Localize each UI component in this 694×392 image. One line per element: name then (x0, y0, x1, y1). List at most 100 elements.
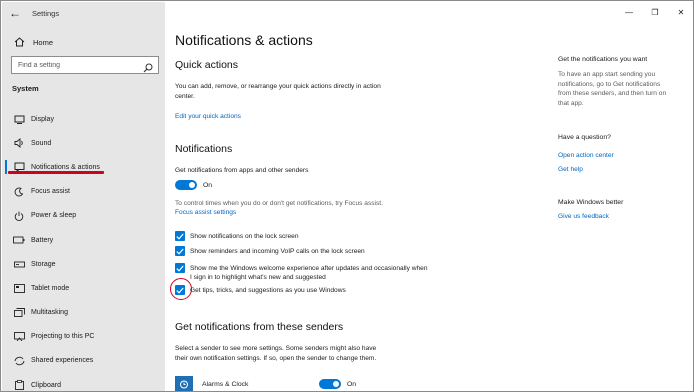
checkbox-row: Show reminders and incoming VoIP calls o… (175, 246, 430, 256)
notifications-toggle[interactable] (175, 180, 197, 190)
clipboard-icon (12, 380, 26, 391)
sidebar-item-label: Notifications & actions (31, 163, 100, 171)
sidebar-item-storage[interactable]: Storage (2, 252, 165, 276)
focus-assist-settings-link[interactable]: Focus assist settings (175, 209, 236, 216)
side-get-text-2: notifications, go to Get notifications (558, 80, 661, 88)
checkbox-label: Show reminders and incoming VoIP calls o… (190, 248, 365, 255)
side-get-text-4: that app. (558, 99, 584, 107)
sidebar-item-label: Clipboard (31, 381, 61, 389)
battery-icon (12, 236, 26, 244)
get-notifications-label: Get notifications from apps and other se… (175, 167, 309, 174)
focus-assist-text: To control times when you do or don't ge… (175, 200, 383, 207)
sidebar-item-label: Storage (31, 260, 56, 268)
sidebar-item-clipboard[interactable]: Clipboard (2, 373, 165, 391)
side-get-text-3: from these senders, and then turn on (558, 90, 667, 97)
senders-description-2: their own notification settings. If so, … (175, 354, 377, 362)
sender-toggle-row: On (319, 379, 356, 389)
lock-screen-notifications-checkbox[interactable] (175, 231, 185, 241)
reminders-voip-checkbox[interactable] (175, 246, 185, 256)
display-icon (12, 115, 26, 124)
sidebar-item-label: Focus assist (31, 188, 70, 196)
projecting-icon (12, 332, 26, 342)
section-label-system: System (12, 84, 39, 93)
home-icon (12, 37, 26, 47)
sidebar-item-label: Projecting to this PC (31, 333, 95, 341)
edit-quick-actions-link[interactable]: Edit your quick actions (175, 113, 241, 120)
back-arrow-icon: ← (9, 6, 21, 20)
sidebar-item-label: Multitasking (31, 309, 68, 317)
side-get-heading: Get the notifications you want (558, 56, 648, 63)
close-button[interactable]: ✕ (668, 2, 693, 22)
alarms-clock-icon (175, 376, 193, 391)
notifications-toggle-row: On (175, 180, 212, 190)
sidebar-item-multitasking[interactable]: Multitasking (2, 301, 165, 325)
sidebar-item-sound[interactable]: Sound (2, 131, 165, 155)
sidebar-nav: Display Sound Notifications & actions Fo… (2, 107, 165, 391)
quick-actions-heading: Quick actions (175, 59, 239, 71)
sidebar-item-display[interactable]: Display (2, 107, 165, 131)
sidebar-item-label: Display (31, 115, 54, 123)
checkmark-icon (176, 248, 184, 255)
side-question-heading: Have a question? (558, 134, 611, 141)
checkbox-label: Get tips, tricks, and suggestions as you… (190, 287, 346, 294)
sidebar-item-projecting[interactable]: Projecting to this PC (2, 325, 165, 349)
give-feedback-link[interactable]: Give us feedback (558, 213, 609, 220)
shared-icon (12, 356, 26, 366)
home-label: Home (33, 37, 54, 47)
quick-actions-description-1: You can add, remove, or rearrange your q… (175, 83, 381, 90)
sender-name: Alarms & Clock (202, 380, 249, 388)
sidebar-item-power-sleep[interactable]: Power & sleep (2, 204, 165, 228)
quick-actions-description-2: center. (175, 92, 195, 100)
sidebar-item-battery[interactable]: Battery (2, 228, 165, 252)
window-controls: — ❐ ✕ (616, 2, 693, 22)
get-help-link[interactable]: Get help (558, 166, 583, 173)
main-content: — ❐ ✕ Notifications & actions Quick acti… (165, 2, 693, 391)
tablet-icon (12, 283, 26, 293)
sidebar-item-label: Battery (31, 236, 54, 244)
search-icon (143, 60, 153, 78)
app-title: Settings (32, 8, 60, 18)
sidebar-item-shared-experiences[interactable]: Shared experiences (2, 349, 165, 373)
tips-tricks-checkbox[interactable] (175, 285, 185, 295)
power-icon (12, 211, 26, 221)
title-bar: ← Settings (2, 2, 165, 24)
checkbox-label: Show me the Windows welcome experience a… (190, 265, 428, 281)
toggle-state-label: On (347, 380, 357, 388)
checkbox-row: Show me the Windows welcome experience a… (175, 263, 430, 282)
sidebar-item-focus-assist[interactable]: Focus assist (2, 180, 165, 204)
maximize-button[interactable]: ❐ (642, 2, 668, 22)
alarms-clock-toggle[interactable] (319, 379, 341, 389)
sidebar-item-label: Sound (31, 139, 52, 147)
toggle-state-label: On (203, 181, 213, 189)
back-button[interactable]: ← (2, 2, 28, 24)
minimize-button[interactable]: — (616, 2, 642, 22)
checkmark-icon (176, 287, 184, 294)
side-better-heading: Make Windows better (558, 199, 624, 206)
checkbox-row: Show notifications on the lock screen (175, 231, 430, 241)
annotation-underline (8, 171, 104, 174)
sidebar: ← Settings Home System Display Soun (2, 2, 165, 391)
sidebar-item-tablet-mode[interactable]: Tablet mode (2, 276, 165, 300)
sidebar-item-label: Tablet mode (31, 284, 70, 292)
home-nav-item[interactable]: Home (2, 32, 165, 52)
checkbox-row: Get tips, tricks, and suggestions as you… (175, 285, 430, 295)
sidebar-item-label: Power & sleep (31, 212, 77, 220)
search-box[interactable] (11, 56, 159, 74)
sound-icon (12, 138, 26, 149)
checkbox-label: Show notifications on the lock screen (190, 233, 299, 240)
search-input[interactable] (18, 61, 138, 69)
storage-icon (12, 260, 26, 268)
welcome-experience-checkbox[interactable] (175, 263, 185, 273)
senders-description-1: Select a sender to see more settings. So… (175, 345, 377, 352)
checkmark-icon (176, 265, 184, 272)
sender-row-alarms-clock[interactable]: Alarms & Clock (175, 376, 390, 391)
side-get-text-1: To have an app start sending you (558, 71, 656, 78)
checkmark-icon (176, 233, 184, 240)
page-title: Notifications & actions (175, 32, 313, 48)
settings-window: ← Settings Home System Display Soun (0, 0, 694, 392)
sidebar-item-notifications[interactable]: Notifications & actions (2, 155, 165, 179)
notifications-heading: Notifications (175, 143, 233, 155)
senders-heading: Get notifications from these senders (175, 321, 344, 333)
open-action-center-link[interactable]: Open action center (558, 152, 614, 159)
sidebar-item-label: Shared experiences (31, 357, 94, 365)
